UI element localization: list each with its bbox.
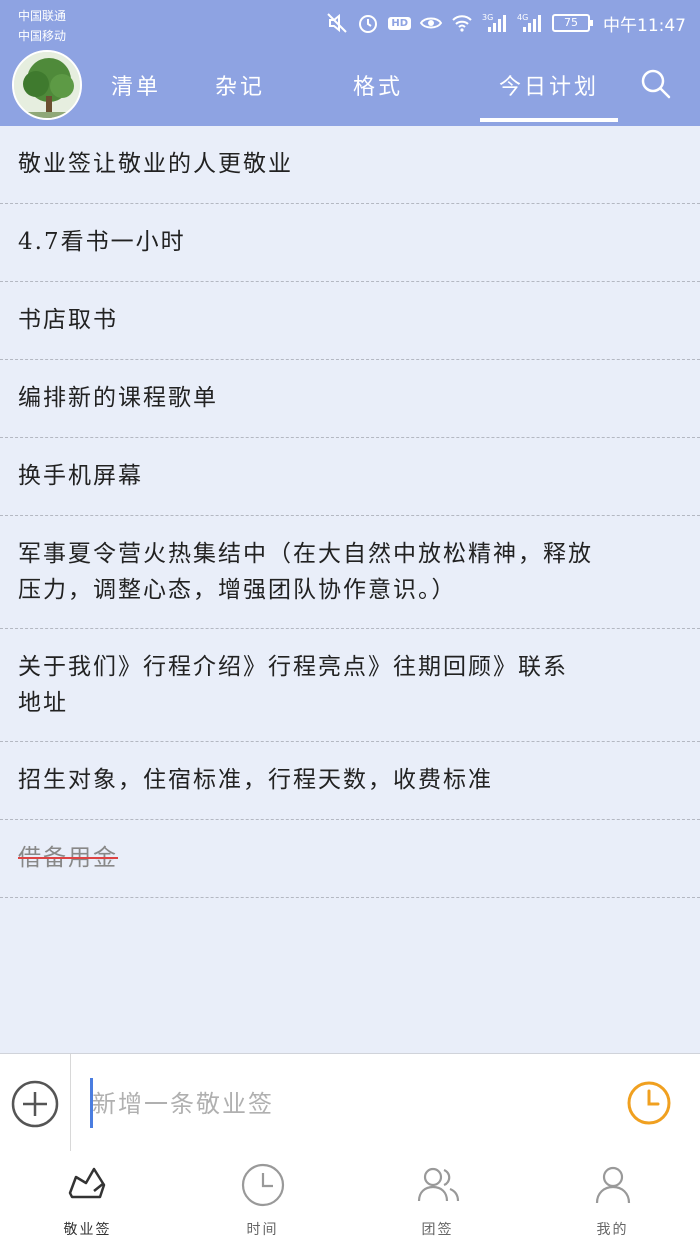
tab-format[interactable]: 格式 (348, 60, 408, 120)
list-item[interactable]: 换手机屏幕 (0, 438, 700, 516)
list-item[interactable]: 4.7看书一小时 (0, 204, 700, 282)
mute-icon (326, 12, 348, 34)
team-icon (417, 1167, 459, 1202)
new-note-bar (0, 1053, 700, 1152)
signal-4g-icon: 4G (517, 12, 543, 34)
list-item[interactable]: 编排新的课程歌单 (0, 360, 700, 438)
tab-list[interactable]: 清单 (106, 60, 166, 120)
avatar[interactable] (12, 50, 82, 120)
nav-label: 团签 (421, 1222, 454, 1238)
nav-label: 我的 (596, 1222, 629, 1238)
person-icon (595, 1166, 630, 1204)
carrier-2: 中国移动 (18, 29, 67, 43)
list-item-text: 书店取书 (18, 307, 118, 333)
list-item[interactable]: 书店取书 (0, 282, 700, 360)
list-item-text: 招生对象，住宿标准，行程天数，收费标准 (18, 767, 493, 793)
nav-time[interactable]: 时间 (175, 1151, 350, 1244)
list-item[interactable]: 招生对象，住宿标准，行程天数，收费标准 (0, 742, 700, 820)
list-item-text: 敬业签让敬业的人更敬业 (18, 151, 293, 177)
tab-today-plan[interactable]: 今日计划 (480, 60, 618, 122)
nav-label: 时间 (246, 1222, 279, 1238)
search-button[interactable] (640, 68, 672, 100)
list-item[interactable]: 军事夏令营火热集结中（在大自然中放松精神，释放压力，调整心态，增强团队协作意识。… (0, 516, 700, 629)
note-list: 敬业签让敬业的人更敬业 4.7看书一小时 书店取书 编排新的课程歌单 换手机屏幕… (0, 126, 700, 898)
svg-text:4G: 4G (517, 13, 528, 22)
clock-icon (627, 1081, 671, 1125)
carrier-1: 中国联通 (18, 9, 67, 23)
search-icon (641, 69, 671, 99)
list-item-text: 编排新的课程歌单 (18, 385, 218, 411)
divider (70, 1054, 71, 1152)
battery-indicator: 75 (552, 14, 593, 32)
list-item-text: 换手机屏幕 (18, 463, 143, 489)
nav-team[interactable]: 团签 (350, 1151, 525, 1244)
list-item-text: 关于我们》行程介绍》行程亮点》往期回顾》联系地址 (18, 654, 568, 716)
app-header: 中国联通 中国移动 HD 3G 4G 75 中午11:47 清单 杂记 格式 今… (0, 0, 700, 126)
tab-notes[interactable]: 杂记 (210, 60, 270, 120)
status-icons: HD 3G 4G 75 中午11:47 (326, 8, 686, 38)
nav-notes[interactable]: 敬业签 (0, 1151, 175, 1244)
list-item-completed[interactable]: 借备用金 (0, 820, 700, 898)
status-time: 中午11:47 (603, 15, 686, 36)
list-item-text: 4.7看书一小时 (18, 229, 186, 255)
list-item[interactable]: 敬业签让敬业的人更敬业 (0, 126, 700, 204)
notes-icon (68, 1167, 105, 1199)
clock-icon (241, 1163, 284, 1207)
carrier-info: 中国联通 中国移动 (18, 6, 66, 46)
plus-circle-icon (11, 1080, 59, 1128)
reminder-button[interactable] (626, 1080, 672, 1126)
new-note-input[interactable] (92, 1082, 592, 1126)
tab-bar: 清单 杂记 格式 今日计划 (96, 60, 634, 122)
list-item-text: 借备用金 (18, 845, 118, 871)
hd-icon: HD (388, 16, 411, 30)
list-item-text: 军事夏令营火热集结中（在大自然中放松精神，释放压力，调整心态，增强团队协作意识。… (18, 541, 593, 603)
eye-icon (420, 12, 442, 34)
wifi-icon (451, 12, 473, 34)
nav-label: 敬业签 (63, 1222, 112, 1238)
add-button[interactable] (11, 1080, 59, 1128)
list-item[interactable]: 关于我们》行程介绍》行程亮点》往期回顾》联系地址 (0, 629, 700, 742)
nav-mine[interactable]: 我的 (525, 1151, 700, 1244)
alarm-icon (357, 12, 379, 34)
svg-text:3G: 3G (482, 13, 493, 22)
bottom-nav: 敬业签 时间 团签 我的 (0, 1151, 700, 1244)
signal-3g-icon: 3G (482, 12, 508, 34)
